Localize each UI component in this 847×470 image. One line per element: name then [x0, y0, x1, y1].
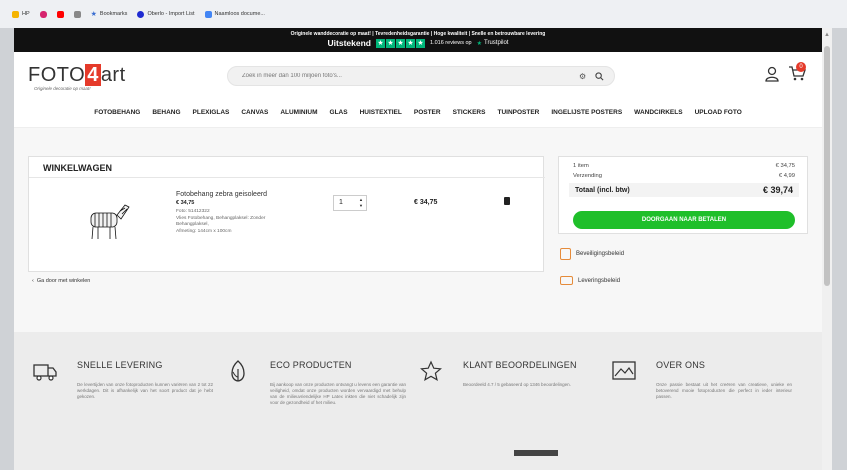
cart-section: WINKELWAGEN Fotobehang zebra geisoleerd …: [14, 128, 822, 332]
image-icon: [612, 361, 636, 380]
bookmark-doc[interactable]: Naamloos docume...: [204, 10, 265, 18]
stepper-arrows-icon[interactable]: ▲ ▼: [359, 197, 363, 209]
divider: [29, 177, 545, 178]
nav-item-stickers[interactable]: STICKERS: [453, 109, 486, 116]
nav-item-ingelijste-posters[interactable]: INGELIJSTE POSTERS: [551, 109, 622, 116]
logo-tagline: Originele decoratie op maat!: [34, 86, 91, 91]
nav-item-wandcirkels[interactable]: WANDCIRKELS: [634, 109, 682, 116]
delivery-policy-link[interactable]: Leveringsbeleid: [560, 276, 620, 285]
cart-items-panel: WINKELWAGEN Fotobehang zebra geisoleerd …: [28, 156, 545, 272]
summary-total-row: Totaal (incl. btw) € 39,74: [569, 183, 799, 197]
nav-item-tuinposter[interactable]: TUINPOSTER: [497, 109, 539, 116]
trustpilot-logo: ★ Trustpilot: [476, 40, 509, 47]
product-thumbnail[interactable]: [69, 197, 141, 247]
bookmark-bookmarks[interactable]: ★ Bookmarks: [91, 10, 128, 18]
checkout-button[interactable]: DOORGAAN NAAR BETALEN: [573, 211, 795, 229]
bookmark-mail[interactable]: [73, 10, 81, 18]
chevron-left-icon: ‹: [32, 278, 34, 284]
promo-usp-line: Originele wanddecoratie op maat! | Tevre…: [290, 31, 546, 37]
nav-item-behang[interactable]: BEHANG: [152, 109, 180, 116]
promo-bar: Originele wanddecoratie op maat! | Tevre…: [14, 28, 822, 52]
eco-leaf-icon: [231, 360, 245, 382]
docs-icon: [204, 10, 212, 18]
summary-shipping-row: Verzending € 4,99: [573, 173, 795, 179]
search-bar[interactable]: ⚙: [227, 66, 615, 86]
bookmarks-bar: HP ★ Bookmarks Oberlo - Import List Naaml…: [0, 0, 847, 28]
rating-word: Uitstekend: [327, 38, 372, 48]
product-details: Foto: 51412322 Vlies Fotobehang, Behangp…: [176, 209, 266, 234]
order-summary: 1 item € 34,75 Verzending € 4,99 Totaal (i…: [558, 156, 808, 234]
nav-item-plexiglas[interactable]: PLEXIGLAS: [193, 109, 230, 116]
webpage: Originele wanddecoratie op maat! | Tevre…: [14, 28, 822, 470]
bookmark-youtube[interactable]: [56, 10, 64, 18]
product-info: Fotobehang zebra geisoleerd € 34,75 Foto…: [176, 191, 316, 235]
site-logo[interactable]: FOTO 4 art: [28, 64, 126, 87]
youtube-icon: [56, 10, 64, 18]
nav-item-canvas[interactable]: CANVAS: [241, 109, 268, 116]
star-icon: [420, 360, 442, 382]
nav-item-glas[interactable]: GLAS: [330, 109, 348, 116]
footer-element: [514, 450, 558, 456]
nav-item-upload-foto[interactable]: UPLOAD FOTO: [695, 109, 742, 116]
cart-title: WINKELWAGEN: [43, 163, 112, 173]
folder-icon: [12, 10, 19, 18]
trustpilot-widget[interactable]: Uitstekend ★ ★ ★ ★ ★ 1.016 reviews op ★ T…: [14, 38, 822, 48]
trash-icon[interactable]: [504, 197, 510, 205]
search-icon[interactable]: [595, 72, 604, 83]
star-icon: ★: [416, 38, 426, 48]
cart-count-badge: 0: [796, 62, 806, 72]
nav-item-aluminium[interactable]: ALUMINIUM: [280, 109, 317, 116]
star-icon: ★: [386, 38, 396, 48]
truck-icon: [33, 364, 57, 381]
bookmark-oberlo[interactable]: Oberlo - Import List: [137, 10, 195, 18]
star-icon: ★: [396, 38, 406, 48]
user-icon[interactable]: [765, 66, 779, 82]
instagram-icon: [39, 10, 47, 18]
nav-item-huistextiel[interactable]: HUISTEXTIEL: [360, 109, 402, 116]
site-header: FOTO4art Originele decoratie op maat! ⚙ …: [14, 52, 822, 98]
nav-item-poster[interactable]: POSTER: [414, 109, 441, 116]
search-input[interactable]: [242, 73, 562, 79]
star-icon: ★: [406, 38, 416, 48]
product-unit-price: € 34,75: [176, 200, 195, 206]
delivery-truck-icon: [560, 276, 573, 285]
quantity-stepper[interactable]: 1 ▲ ▼: [333, 195, 367, 211]
summary-items-row: 1 item € 34,75: [573, 163, 795, 169]
scroll-up-icon[interactable]: ▲: [824, 32, 830, 38]
star-icon: ★: [376, 38, 386, 48]
main-nav: FOTOBEHANG BEHANG PLEXIGLAS CANVAS ALUMI…: [14, 98, 822, 128]
trustpilot-star-icon: ★: [476, 40, 482, 47]
security-policy-link[interactable]: Beveiligingsbeleid: [560, 248, 624, 260]
mail-icon: [73, 10, 81, 18]
rating-stars: ★ ★ ★ ★ ★: [376, 38, 426, 48]
camera-search-icon[interactable]: ⚙: [579, 72, 586, 81]
nav-item-fotobehang[interactable]: FOTOBEHANG: [94, 109, 140, 116]
lock-icon: [560, 248, 571, 260]
bookmark-instagram[interactable]: [39, 10, 47, 18]
footer-strip: [14, 450, 822, 470]
scrollbar-thumb[interactable]: [824, 46, 830, 286]
product-name[interactable]: Fotobehang zebra geisoleerd: [176, 191, 316, 198]
oberlo-icon: [137, 10, 145, 18]
continue-shopping-link[interactable]: ‹ Ga door met winkelen: [32, 278, 90, 284]
page-scrollbar[interactable]: ▲: [822, 28, 832, 470]
line-total: € 34,75: [414, 199, 438, 206]
star-icon: ★: [90, 11, 97, 18]
review-count: 1.016 reviews op: [430, 40, 472, 46]
bookmark-hp[interactable]: HP: [12, 10, 30, 18]
